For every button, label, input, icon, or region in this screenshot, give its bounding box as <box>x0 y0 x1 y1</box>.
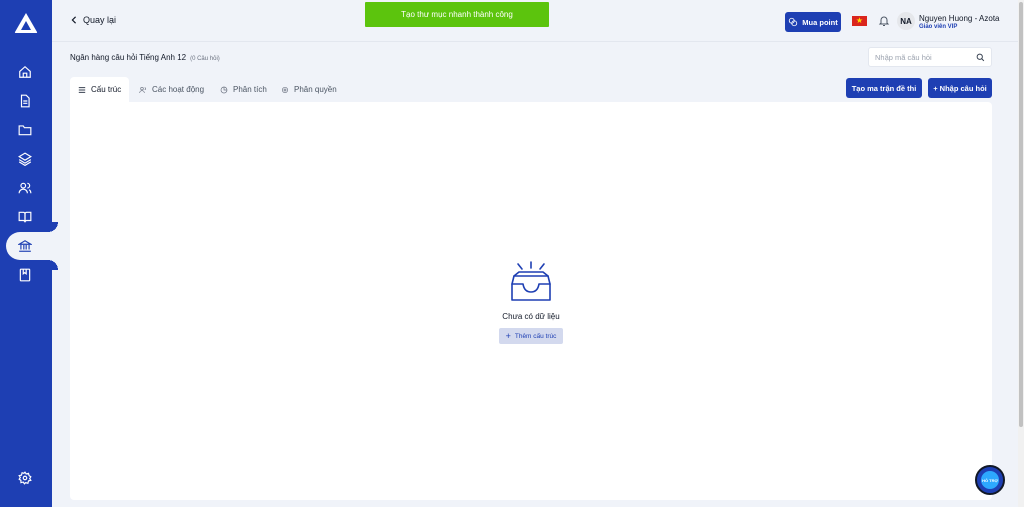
pie-chart-icon <box>220 86 228 93</box>
avatar[interactable]: NA <box>897 12 915 30</box>
empty-inbox-icon <box>511 261 551 301</box>
support-chat-button[interactable]: HỖ TRỢ <box>975 465 1005 495</box>
plus-icon: + <box>505 330 511 341</box>
headset-icon: HỖ TRỢ <box>981 471 999 489</box>
sidebar-item-home[interactable] <box>12 59 38 85</box>
scrollbar-thumb[interactable] <box>1019 2 1023 427</box>
sidebar-item-settings[interactable] <box>12 465 38 491</box>
tab-analytics[interactable]: Phân tích <box>220 77 267 102</box>
tab-label: Các hoạt động <box>152 85 205 94</box>
tab-structure[interactable]: Cấu trúc <box>70 77 130 102</box>
empty-state-message: Chưa có dữ liệu <box>502 312 560 321</box>
import-questions-button[interactable]: + Nhập câu hỏi <box>928 78 992 98</box>
page-scrollbar[interactable] <box>1018 0 1024 507</box>
sidebar-item-folders[interactable] <box>12 117 38 143</box>
buy-point-label: Mua point <box>802 17 838 27</box>
bell-icon[interactable] <box>878 15 890 27</box>
page-title: Ngân hàng câu hỏi Tiếng Anh 12 (0 Câu hỏi… <box>70 53 220 62</box>
chevron-left-icon <box>71 16 77 24</box>
success-toast: Tạo thư mục nhanh thành công <box>365 2 549 27</box>
tab-label: Phân tích <box>233 85 267 94</box>
vietnam-flag-icon[interactable]: ★ <box>852 16 867 26</box>
back-link[interactable]: Quay lại <box>70 15 116 25</box>
tab-activities[interactable]: Các hoạt động <box>139 77 204 102</box>
sidebar-item-library[interactable] <box>12 204 38 230</box>
question-count: (0 Câu hỏi) <box>190 56 220 62</box>
back-label: Quay lại <box>83 15 117 25</box>
tab-label: Cấu trúc <box>91 85 122 94</box>
gear-icon <box>18 471 32 485</box>
users-icon <box>139 86 146 93</box>
add-structure-button[interactable]: + Thêm cấu trúc <box>499 328 563 344</box>
home-icon <box>19 65 31 78</box>
bank-icon <box>18 240 32 252</box>
sidebar-item-documents[interactable] <box>12 88 38 114</box>
tab-label: Phân quyền <box>294 85 337 94</box>
create-exam-matrix-button[interactable]: Tạo ma trận đề thi <box>846 78 922 98</box>
gear-icon <box>282 86 288 93</box>
coins-icon <box>789 17 798 27</box>
bank-name: Ngân hàng câu hỏi Tiếng Anh 12 <box>70 53 187 62</box>
user-role: Giáo viên VIP <box>919 24 958 30</box>
tab-permissions[interactable]: Phân quyền <box>281 77 337 102</box>
folder-icon <box>18 125 32 136</box>
structure-panel: Chưa có dữ liệu + Thêm cấu trúc <box>70 102 992 500</box>
sidebar-item-question-bank[interactable] <box>12 233 38 259</box>
list-icon <box>78 86 86 93</box>
add-structure-label: Thêm cấu trúc <box>514 332 557 340</box>
notebook-icon <box>19 268 31 282</box>
sidebar-item-layers[interactable] <box>12 146 38 172</box>
azota-logo-icon[interactable] <box>14 12 38 34</box>
search-icon[interactable] <box>976 53 985 62</box>
question-code-search <box>868 47 992 67</box>
book-open-icon <box>18 211 32 223</box>
buy-point-button[interactable]: Mua point <box>785 12 841 32</box>
sidebar-item-users[interactable] <box>12 175 38 201</box>
search-input[interactable] <box>875 52 971 63</box>
sidebar <box>0 0 58 507</box>
layers-icon <box>18 152 32 166</box>
user-name[interactable]: Nguyen Huong - Azota <box>919 14 1000 23</box>
sidebar-item-notebook[interactable] <box>12 262 38 288</box>
document-icon <box>20 94 30 108</box>
users-icon <box>18 182 32 194</box>
